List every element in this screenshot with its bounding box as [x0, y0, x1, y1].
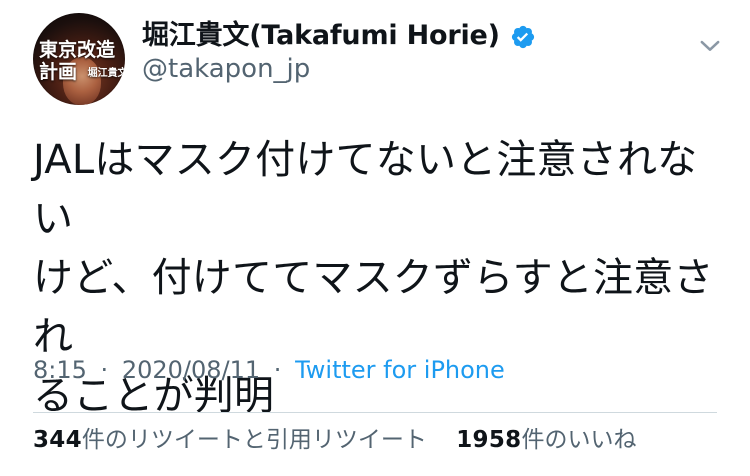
tweet-source-link[interactable]: Twitter for iPhone [295, 356, 505, 384]
verified-icon-svg [511, 26, 534, 49]
tweet-stats: 344件のリツイートと引用リツイート 1958件のいいね [33, 427, 723, 455]
tweet-card: 東京改造 計画 堀江貴文 堀江貴文(Takafumi Horie) @takap… [0, 0, 750, 476]
display-name-row: 堀江貴文(Takafumi Horie) [142, 20, 662, 52]
avatar[interactable]: 東京改造 計画 堀江貴文 [33, 13, 125, 105]
retweets-label: 件のリツイートと引用リツイート [81, 427, 427, 453]
display-name[interactable]: 堀江貴文(Takafumi Horie) [142, 20, 500, 52]
meta-separator-2: · [273, 356, 282, 384]
chevron-down-icon[interactable] [695, 30, 725, 60]
tweet-date[interactable]: 2020/08/11 [122, 356, 260, 384]
tweet-meta: 8:15 · 2020/08/11 · Twitter for iPhone [33, 356, 505, 385]
avatar-photo [63, 57, 101, 105]
likes-stat[interactable]: 1958件のいいね [456, 427, 636, 455]
retweets-stat[interactable]: 344件のリツイートと引用リツイート [33, 427, 427, 455]
tweet-text-line-1: JALはマスク付けてないと注意されない [33, 137, 698, 242]
tweet-text-line-2: けど、付けててマスクずらすと注意され [33, 255, 714, 360]
author-info: 堀江貴文(Takafumi Horie) @takapon_jp [142, 20, 662, 86]
likes-count: 1958 [456, 427, 522, 453]
verified-icon [510, 24, 536, 50]
likes-label: 件のいいね [521, 427, 637, 453]
retweets-count: 344 [33, 427, 82, 453]
tweet-time[interactable]: 8:15 [33, 356, 87, 384]
meta-separator: · [100, 356, 109, 384]
handle[interactable]: @takapon_jp [142, 54, 662, 85]
chevron-down-icon-svg [700, 40, 720, 51]
divider [33, 412, 717, 413]
